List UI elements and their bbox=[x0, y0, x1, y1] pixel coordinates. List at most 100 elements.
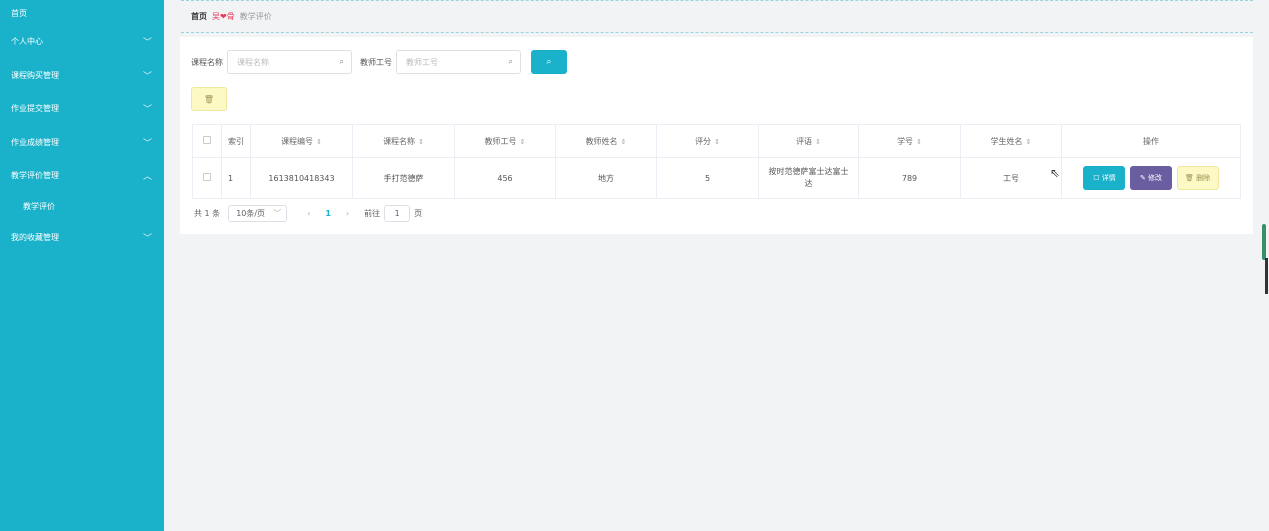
sidebar-item-homework-submit[interactable]: 作业提交管理 ﹀ bbox=[0, 92, 164, 126]
select-all-checkbox[interactable] bbox=[203, 136, 211, 144]
column-header-label: 索引 bbox=[228, 136, 244, 146]
column-header-label: 教师姓名 bbox=[585, 136, 618, 146]
sort-icon: ⇕ bbox=[815, 137, 821, 146]
current-page[interactable]: 1 bbox=[325, 209, 331, 218]
sort-icon: ⇕ bbox=[916, 137, 922, 146]
goto-label: 前往 bbox=[364, 209, 381, 218]
page-size-value: 10条/页 bbox=[236, 209, 266, 218]
page-size-select[interactable]: 10条/页 ﹀ bbox=[228, 205, 288, 222]
page-suffix: 页 bbox=[414, 209, 423, 218]
prev-page-button[interactable]: ‹ bbox=[307, 209, 310, 218]
cell-student-no: 789 bbox=[858, 157, 961, 199]
column-header-course-no[interactable]: 课程编号 ⇕ bbox=[250, 124, 353, 158]
sidebar-item-favorites[interactable]: 我的收藏管理 ﹀ bbox=[0, 221, 164, 255]
course-name-input[interactable]: 课程名称 ⌕ bbox=[227, 50, 352, 74]
search-button[interactable]: ⌕ bbox=[531, 50, 567, 74]
row-select-cell bbox=[192, 157, 222, 199]
chevron-up-icon: ︿ bbox=[142, 172, 152, 183]
breadcrumb-current: 教学评价 bbox=[239, 12, 272, 21]
search-bar: 课程名称 课程名称 ⌕ 教师工号 教师工号 ⌕ ⌕ bbox=[191, 50, 567, 74]
teacher-no-input[interactable]: 教师工号 ⌕ bbox=[396, 50, 521, 74]
table-row: 1 1613810418343 手打范德萨 456 地方 5 按时范德萨富士达富… bbox=[192, 157, 1241, 199]
cell-student-name: 工号 bbox=[960, 157, 1062, 199]
column-header-student-name[interactable]: 学生姓名 ⇕ bbox=[960, 124, 1062, 158]
goto-page-input[interactable]: 1 bbox=[384, 205, 411, 222]
cell-teacher-name: 地方 bbox=[555, 157, 657, 199]
detail-button[interactable]: ☐ 详情 bbox=[1083, 166, 1126, 190]
search-icon: ⌕ bbox=[546, 57, 552, 67]
sidebar-item-label: 教学评价管理 bbox=[11, 171, 59, 181]
column-header-label: 操作 bbox=[1143, 136, 1159, 146]
chevron-down-icon: ﹀ bbox=[142, 138, 152, 149]
sidebar-item-personal-center[interactable]: 个人中心 ﹀ bbox=[0, 25, 164, 59]
breadcrumb-home[interactable]: 首页 bbox=[191, 11, 207, 22]
column-header-index: 索引 bbox=[221, 124, 251, 158]
search-icon: ⌕ bbox=[339, 57, 344, 66]
cell-index: 1 bbox=[221, 157, 251, 199]
sidebar-item-label: 我的收藏管理 bbox=[11, 232, 59, 242]
column-header-teacher-name[interactable]: 教师姓名 ⇕ bbox=[555, 124, 657, 158]
column-header-student-no[interactable]: 学号 ⇕ bbox=[858, 124, 961, 158]
select-all-cell bbox=[192, 124, 222, 158]
sidebar-item-label: 个人中心 bbox=[11, 37, 43, 47]
column-header-label: 课程名称 bbox=[383, 136, 416, 146]
column-header-teacher-no[interactable]: 教师工号 ⇕ bbox=[454, 124, 556, 158]
trash-icon: 🗑 bbox=[203, 94, 215, 104]
sidebar-item-homework-grade[interactable]: 作业成绩管理 ﹀ bbox=[0, 126, 164, 160]
delete-button[interactable]: 🗑 删除 bbox=[1176, 166, 1219, 190]
search-icon: ⌕ bbox=[508, 57, 513, 66]
course-name-placeholder: 课程名称 bbox=[237, 57, 269, 67]
chevron-down-icon: ﹀ bbox=[273, 209, 282, 218]
column-header-course-name[interactable]: 课程名称 ⇕ bbox=[352, 124, 455, 158]
column-header-label: 学号 bbox=[897, 136, 914, 146]
pagination: 共 1 条 10条/页 ﹀ ‹ 1 › 前往 1 页 bbox=[194, 205, 422, 222]
next-page-button[interactable]: › bbox=[346, 209, 349, 218]
sidebar: 首页 个人中心 ﹀ 课程购买管理 ﹀ 作业提交管理 ﹀ 作业成绩管理 ﹀ 教学评… bbox=[0, 0, 164, 531]
row-checkbox[interactable] bbox=[203, 173, 211, 181]
cell-course-name: 手打范德萨 bbox=[352, 157, 455, 199]
teacher-no-placeholder: 教师工号 bbox=[406, 57, 438, 67]
pagination-total: 共 1 条 bbox=[194, 209, 221, 218]
teacher-no-label: 教师工号 bbox=[360, 57, 392, 67]
column-header-actions: 操作 bbox=[1061, 124, 1241, 158]
sort-icon: ⇕ bbox=[1025, 137, 1032, 146]
sidebar-subitem-teaching-evaluation[interactable]: 教学评价 bbox=[0, 193, 164, 221]
sort-icon: ⇕ bbox=[316, 137, 322, 146]
cell-comment: 按时范德萨富士达富士达 bbox=[758, 157, 859, 199]
chevron-down-icon: ﹀ bbox=[142, 233, 152, 244]
batch-delete-button[interactable]: 🗑 bbox=[191, 87, 227, 111]
chevron-down-icon: ﹀ bbox=[142, 38, 152, 49]
sort-icon: ⇕ bbox=[418, 137, 424, 146]
goto-page-value: 1 bbox=[394, 209, 400, 218]
chevron-down-icon: ﹀ bbox=[142, 105, 152, 116]
column-header-comment[interactable]: 评语 ⇕ bbox=[758, 124, 859, 158]
column-header-label: 教师工号 bbox=[484, 136, 517, 146]
breadcrumb: 首页 吴❤骨 教学评价 bbox=[181, 0, 1253, 33]
column-header-label: 评语 bbox=[796, 136, 813, 146]
cell-score: 5 bbox=[656, 157, 759, 199]
table-header-row: 索引 课程编号 ⇕ 课程名称 ⇕ 教师工号 ⇕ 教师姓名 ⇕ 评分 ⇕ 评语 ⇕ 学号 ⇕ 学… bbox=[192, 124, 1241, 158]
cell-teacher-no: 456 bbox=[454, 157, 556, 199]
evaluation-table: 索引 课程编号 ⇕ 课程名称 ⇕ 教师工号 ⇕ 教师姓名 ⇕ 评分 ⇕ 评语 ⇕ 学号 ⇕ 学… bbox=[192, 124, 1241, 199]
course-name-label: 课程名称 bbox=[191, 57, 223, 67]
scrollbar-track[interactable] bbox=[1265, 258, 1268, 294]
sidebar-item-course-purchase[interactable]: 课程购买管理 ﹀ bbox=[0, 59, 164, 93]
edit-button[interactable]: ✎ 修改 bbox=[1130, 166, 1172, 190]
column-header-label: 课程编号 bbox=[281, 136, 314, 146]
breadcrumb-separator: 吴❤骨 bbox=[212, 12, 235, 21]
scrollbar-thumb[interactable] bbox=[1262, 224, 1266, 260]
sort-icon: ⇕ bbox=[714, 137, 720, 146]
sidebar-item-label: 作业提交管理 bbox=[11, 104, 59, 114]
column-header-label: 学生姓名 bbox=[990, 136, 1023, 146]
sort-icon: ⇕ bbox=[519, 137, 526, 146]
sidebar-subitem-label: 教学评价 bbox=[23, 202, 55, 211]
sidebar-item-home[interactable]: 首页 bbox=[0, 0, 164, 25]
cell-actions: ☐ 详情 ✎ 修改 🗑 删除 bbox=[1061, 157, 1241, 199]
main-panel: 课程名称 课程名称 ⌕ 教师工号 教师工号 ⌕ ⌕ 🗑 索引 课程编号 ⇕ 课程名… bbox=[180, 37, 1253, 234]
sidebar-item-teaching-evaluation[interactable]: 教学评价管理 ︿ bbox=[0, 159, 164, 193]
sidebar-item-label: 作业成绩管理 bbox=[11, 137, 59, 147]
cell-course-no: 1613810418343 bbox=[250, 157, 353, 199]
column-header-score[interactable]: 评分 ⇕ bbox=[656, 124, 759, 158]
sort-icon: ⇕ bbox=[620, 137, 627, 146]
chevron-down-icon: ﹀ bbox=[142, 71, 152, 82]
